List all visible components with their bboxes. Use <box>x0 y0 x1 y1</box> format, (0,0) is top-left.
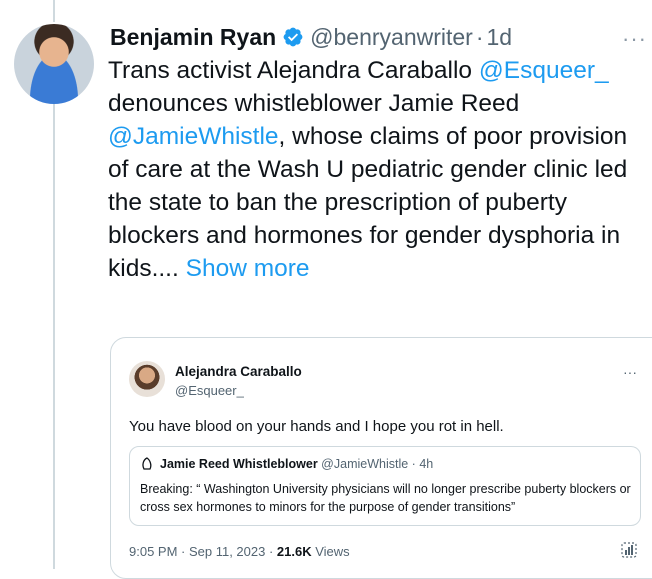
inner-time[interactable]: 4h <box>419 457 433 471</box>
mention-esqueer[interactable]: @Esqueer_ <box>479 57 609 84</box>
tweet-time[interactable]: 1d <box>487 24 513 51</box>
tweet-header: Benjamin Ryan @benryanwriter · 1d <box>110 22 512 52</box>
tweet-text-part: denounces whistleblower Jamie Reed <box>108 90 520 117</box>
inner-author-name[interactable]: Jamie Reed Whistleblower <box>160 457 318 471</box>
quote-footer: 9:05 PM · Sep 11, 2023 · 21.6K Views <box>129 544 350 559</box>
quote-text: You have blood on your hands and I hope … <box>129 418 504 435</box>
inner-text: Breaking: “ Washington University physic… <box>140 482 631 514</box>
quote-author-name[interactable]: Alejandra Caraballo <box>175 364 302 379</box>
inner-quoted-tweet[interactable]: Jamie Reed Whistleblower @JamieWhistle ·… <box>129 446 641 526</box>
quoted-tweet[interactable]: Alejandra Caraballo @Esqueer_ ··· You ha… <box>110 337 652 579</box>
analytics-icon[interactable] <box>621 542 637 558</box>
tweet-text: Trans activist Alejandra Caraballo @Esqu… <box>108 54 648 285</box>
quote-timestamp[interactable]: 9:05 PM · Sep 11, 2023 · <box>129 544 277 559</box>
thread-line <box>53 104 55 569</box>
quote-more-dots-icon[interactable]: ··· <box>623 364 637 380</box>
mention-jamiewhistle[interactable]: @JamieWhistle <box>108 123 279 150</box>
inner-author-avatar-icon <box>142 457 152 470</box>
header-separator: · <box>475 23 484 50</box>
views-count: 21.6K <box>276 544 312 559</box>
author-name[interactable]: Benjamin Ryan <box>110 24 276 51</box>
more-dots-icon[interactable]: ··· <box>622 26 647 52</box>
inner-separator: · <box>411 457 416 471</box>
tweet-text-part: Trans activist Alejandra Caraballo <box>108 57 479 84</box>
author-avatar[interactable] <box>14 24 94 104</box>
quote-author-handle[interactable]: @Esqueer_ <box>175 383 244 398</box>
show-more-link[interactable]: Show more <box>186 255 310 282</box>
thread-line-top <box>53 0 55 22</box>
inner-header: Jamie Reed Whistleblower @JamieWhistle ·… <box>160 457 433 471</box>
quote-author-avatar[interactable] <box>129 361 165 397</box>
views-label: Views <box>311 544 350 559</box>
inner-author-handle[interactable]: @JamieWhistle <box>321 457 408 471</box>
verified-badge-icon <box>283 27 303 47</box>
author-handle[interactable]: @benryanwriter <box>310 24 473 51</box>
